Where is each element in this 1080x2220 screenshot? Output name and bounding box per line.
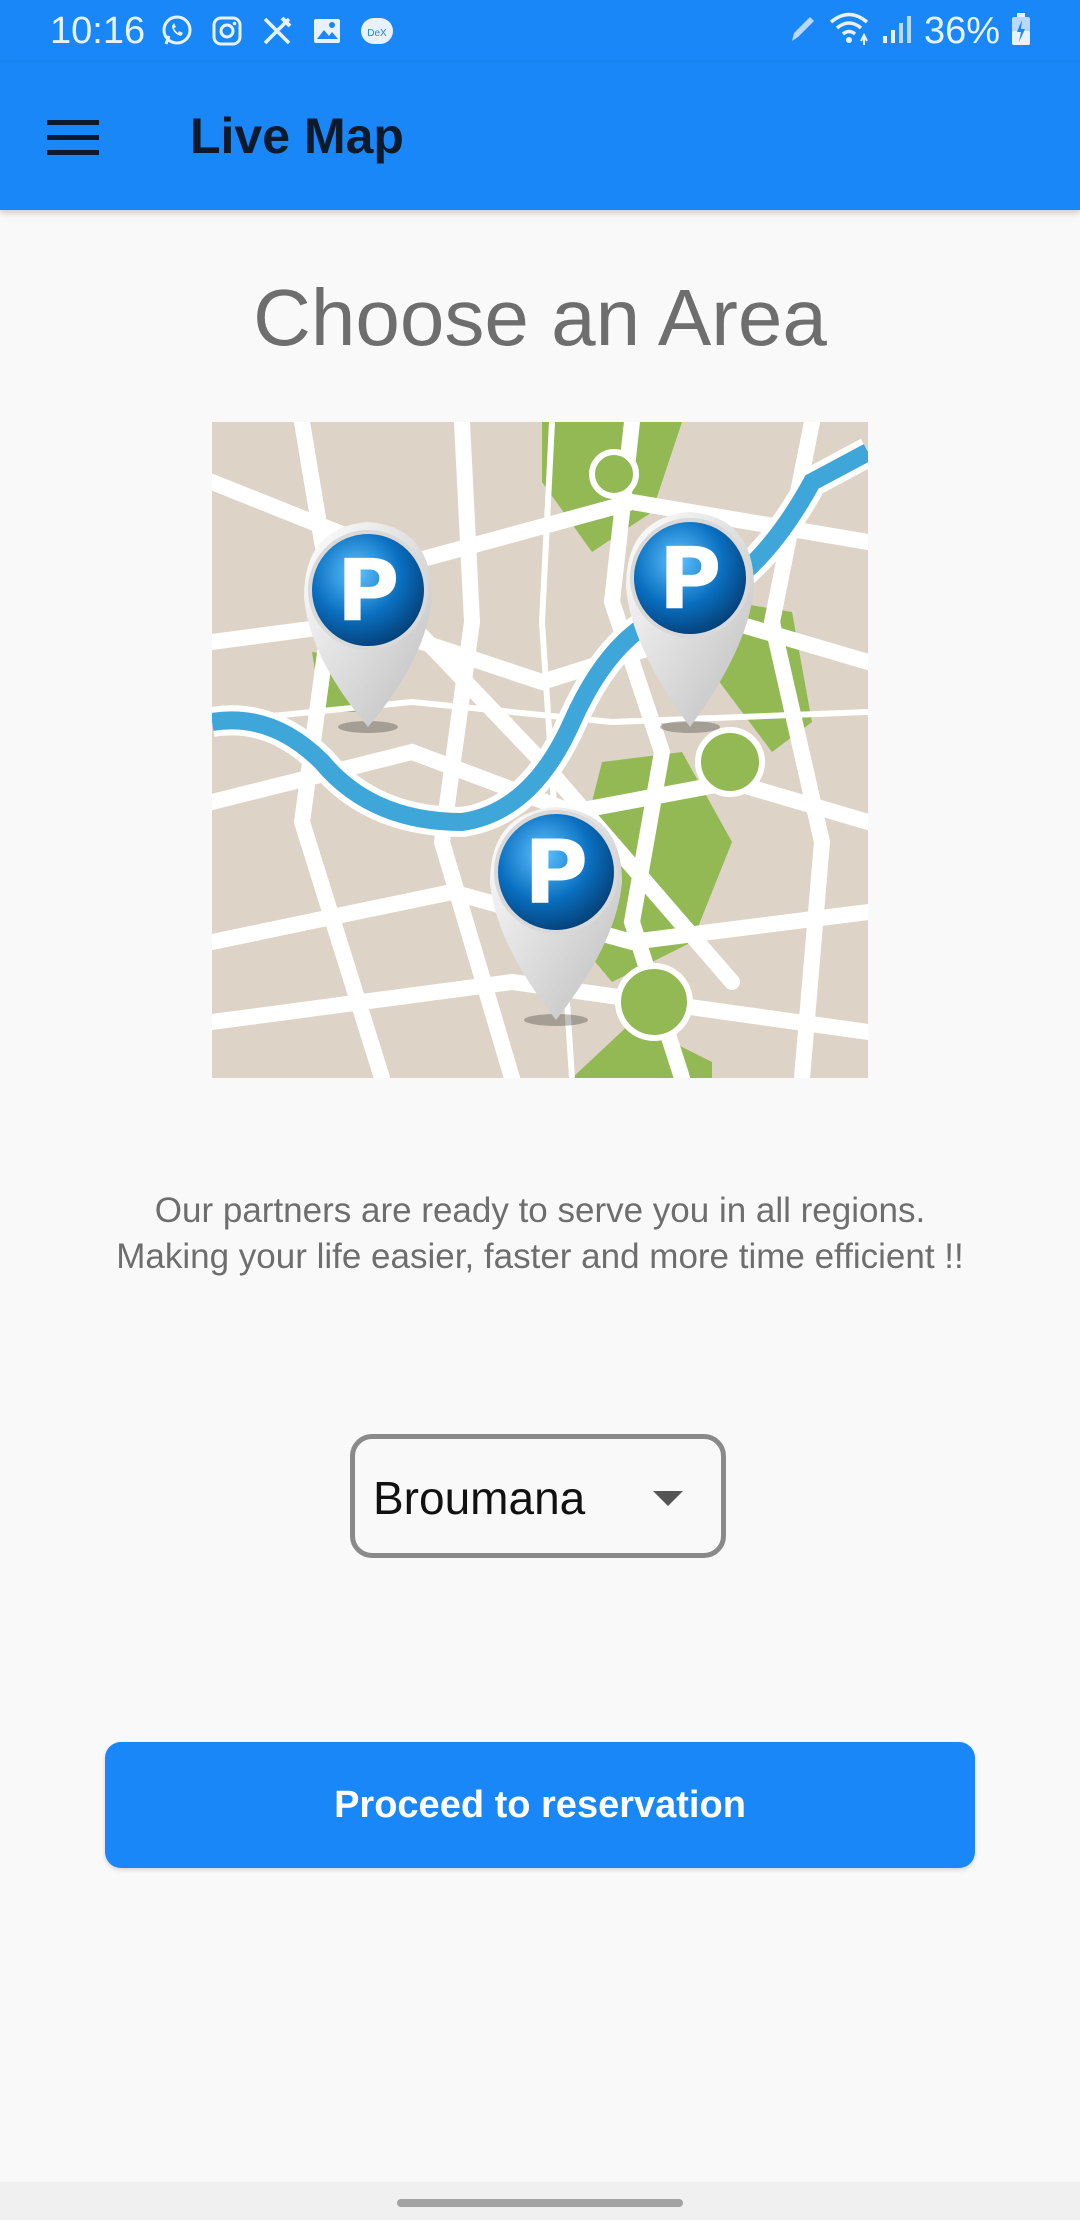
dex-icon: DeX: [358, 12, 396, 50]
wifi-icon: [828, 11, 870, 52]
dex-label: DeX: [367, 28, 387, 39]
area-dropdown-value: Broumana: [373, 1472, 586, 1524]
battery-charging-icon: [1010, 11, 1032, 52]
app-title: Live Map: [190, 108, 404, 164]
whatsapp-icon: [158, 12, 196, 50]
signal-icon: [880, 12, 914, 51]
parking-p-icon: P: [524, 821, 589, 924]
page-heading: Choose an Area: [253, 273, 827, 362]
notification-icons: DeX: [158, 12, 396, 50]
parking-map-illustration: P P P: [212, 422, 868, 1078]
proceed-to-reservation-button[interactable]: Proceed to reservation: [105, 1742, 975, 1868]
system-status: 36%: [786, 10, 1032, 52]
parking-p-icon: P: [336, 541, 399, 641]
pen-icon: [786, 13, 818, 50]
image-icon: [308, 12, 346, 50]
battery-percent: 36%: [923, 10, 1000, 52]
status-bar: 10:16 DeX 36%: [0, 0, 1080, 62]
menu-button[interactable]: [36, 102, 110, 176]
dropdown-arrow-icon: [653, 1491, 683, 1512]
no-tools-icon: [258, 12, 296, 50]
home-gesture-handle[interactable]: [397, 2199, 683, 2207]
parking-p-icon: P: [658, 529, 721, 629]
hamburger-menu-icon: [47, 118, 99, 161]
system-nav-bar: [0, 2182, 1080, 2220]
description-text: Our partners are ready to serve you in a…: [116, 1191, 964, 1276]
area-dropdown[interactable]: Broumana: [350, 1434, 726, 1558]
app-bar: Live Map: [0, 62, 1080, 210]
instagram-icon: [208, 12, 246, 50]
status-time: 10:16: [50, 10, 146, 52]
